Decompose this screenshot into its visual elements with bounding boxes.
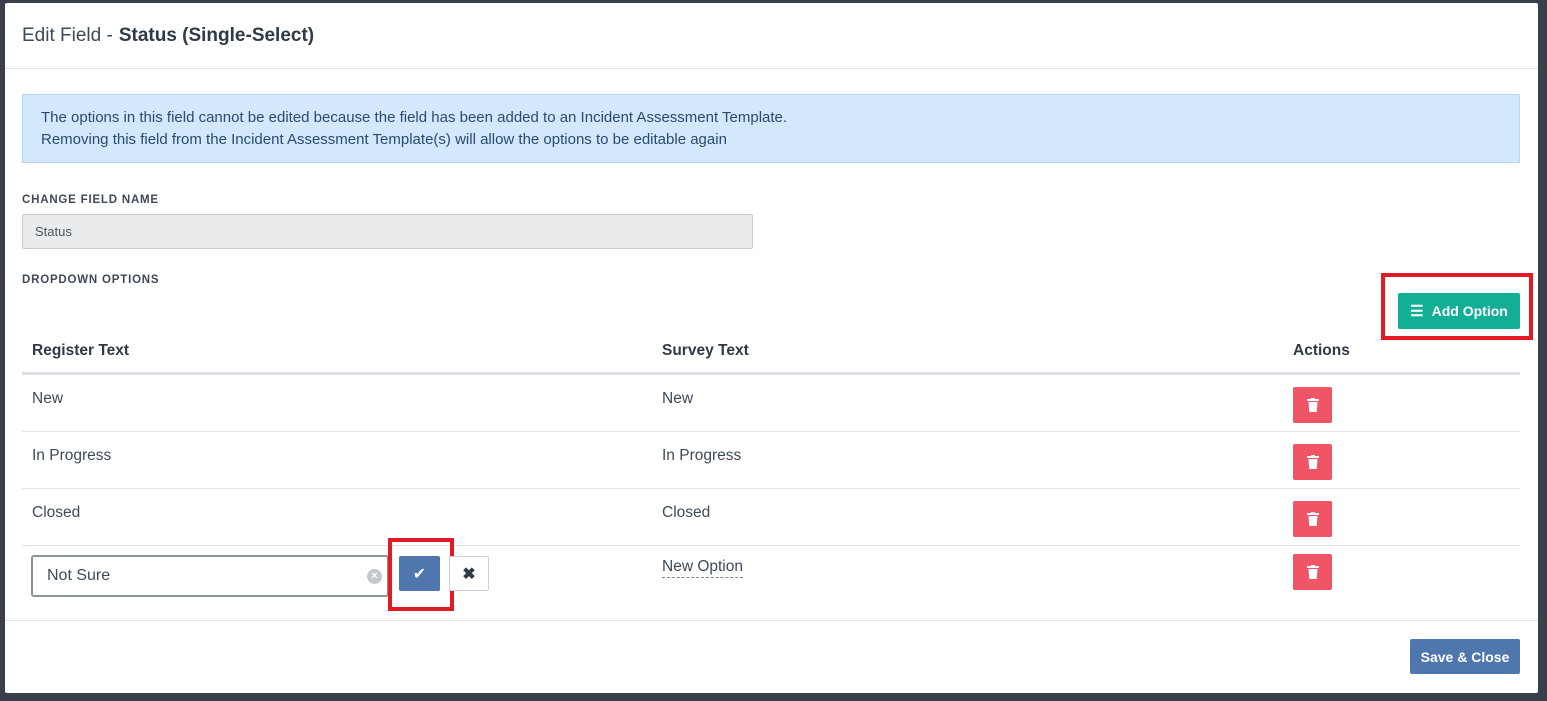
survey-text-cell: In Progress [662, 447, 742, 464]
alert-line-1: The options in this field cannot be edit… [41, 109, 788, 126]
dropdown-options-label: DROPDOWN OPTIONS [22, 274, 160, 286]
register-text-cell: Closed [32, 504, 81, 521]
delete-option-button[interactable] [1293, 444, 1332, 480]
info-alert: The options in this field cannot be edit… [22, 94, 1520, 163]
modal-header: Edit Field - Status (Single-Select) [5, 3, 1538, 69]
field-name-label: CHANGE FIELD NAME [22, 194, 159, 206]
table-row: In Progress In Progress [22, 432, 1520, 489]
survey-text-cell: New [662, 390, 694, 407]
modal-footer-divider [5, 620, 1538, 621]
add-option-label: Add Option [1431, 303, 1508, 319]
register-text-input[interactable]: Not Sure × [31, 555, 389, 597]
field-name-input[interactable]: Status [22, 214, 753, 249]
delete-option-button[interactable] [1293, 554, 1332, 590]
register-text-input-value: Not Sure [47, 567, 111, 584]
trash-icon [1306, 565, 1319, 579]
confirm-edit-button[interactable]: ✔ [399, 556, 440, 591]
register-text-cell: New [32, 390, 64, 407]
list-icon: ☰ [1410, 303, 1424, 320]
options-table: Register Text Survey Text Actions New Ne… [22, 328, 1520, 612]
trash-icon [1306, 398, 1319, 412]
add-option-button[interactable]: ☰ Add Option [1398, 293, 1520, 329]
table-row: Closed Closed [22, 489, 1520, 546]
check-icon: ✔ [412, 565, 427, 583]
close-icon: ✖ [462, 565, 476, 583]
table-row-editing: Not Sure × ✔ ✖ New Option [22, 538, 1520, 612]
table-header-row: Register Text Survey Text Actions [22, 328, 1520, 375]
trash-icon [1306, 455, 1319, 469]
alert-line-2: Removing this field from the Incident As… [41, 131, 727, 148]
trash-icon [1306, 512, 1319, 526]
table-row: New New [22, 375, 1520, 432]
cancel-edit-button[interactable]: ✖ [449, 556, 489, 591]
delete-option-button[interactable] [1293, 387, 1332, 423]
modal-title: Status (Single-Select) [118, 24, 315, 46]
survey-text-editable[interactable]: New Option [662, 558, 743, 578]
header-actions: Actions [1293, 342, 1350, 359]
save-close-button[interactable]: Save & Close [1410, 639, 1520, 674]
delete-option-button[interactable] [1293, 501, 1332, 537]
survey-text-cell: Closed [662, 504, 711, 521]
edit-field-modal: Edit Field - Status (Single-Select) The … [5, 3, 1538, 693]
header-survey-text: Survey Text [662, 342, 749, 359]
modal-title-prefix: Edit Field - [22, 24, 113, 46]
clear-input-icon[interactable]: × [367, 569, 382, 584]
header-register-text: Register Text [32, 342, 130, 359]
register-text-cell: In Progress [32, 447, 112, 464]
